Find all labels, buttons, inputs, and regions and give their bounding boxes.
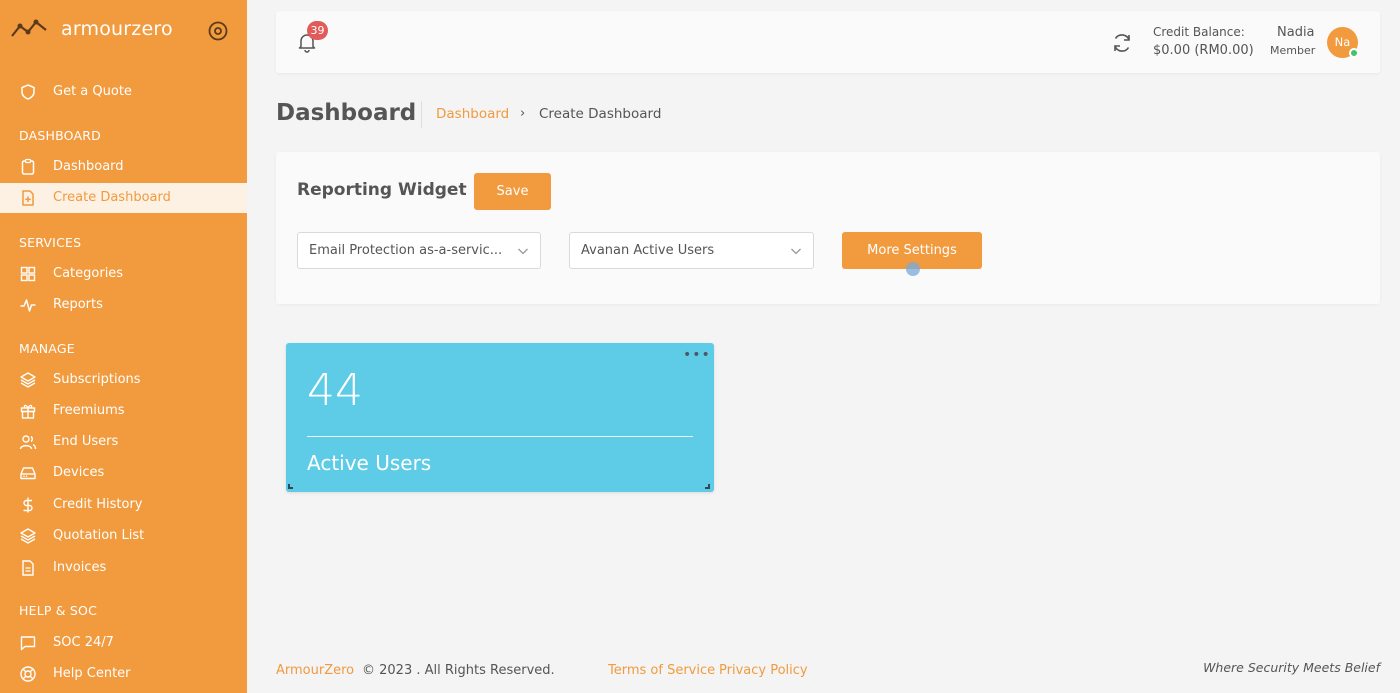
footer-copyright: © 2023 . All Rights Reserved. (362, 663, 555, 678)
sidebar-item-create-dashboard[interactable]: Create Dashboard (0, 183, 247, 213)
activity-icon (20, 299, 36, 312)
sidebar-item-label: Reports (53, 297, 103, 312)
sidebar-item-reports[interactable]: Reports (0, 290, 247, 320)
top-header: 39 Credit Balance: $0.00 (RM0.00) Nadia … (276, 11, 1380, 73)
layers-icon (20, 528, 36, 544)
sidebar-item-label: Subscriptions (53, 372, 141, 387)
metric-select-value: Avanan Active Users (581, 243, 715, 258)
grid-icon (20, 266, 36, 282)
footer-tagline: Where Security Meets Belief (1203, 660, 1380, 675)
dollar-icon (23, 497, 33, 513)
terms-link[interactable]: Terms of Service (608, 663, 715, 678)
sidebar-item-label: Categories (53, 266, 124, 281)
service-select-value: Email Protection as-a-servic... (309, 243, 503, 258)
sidebar-item-label: Freemiums (53, 403, 125, 418)
life-buoy-icon (20, 666, 36, 682)
sidebar-item-get-quote[interactable]: Get a Quote (0, 77, 247, 107)
sidebar-item-help-center[interactable]: Help Center (0, 659, 247, 689)
active-users-widget[interactable]: ••• 44 Active Users (286, 343, 714, 492)
privacy-link[interactable]: Privacy Policy (719, 663, 808, 678)
layers-icon (20, 372, 36, 388)
file-plus-icon (22, 190, 34, 206)
users-icon (19, 435, 37, 450)
sidebar-item-label: Dashboard (53, 159, 124, 174)
user-name[interactable]: Nadia (1277, 25, 1315, 40)
clipboard-icon (21, 158, 35, 175)
breadcrumb-current: Create Dashboard (539, 106, 662, 122)
chevron-down-icon (518, 248, 528, 255)
widget-divider (307, 436, 693, 437)
breadcrumb-separator: › (520, 106, 526, 121)
sidebar-item-label: Invoices (53, 560, 107, 575)
sidebar-item-soc[interactable]: SOC 24/7 (0, 628, 247, 658)
sidebar-item-freemiums[interactable]: Freemiums (0, 396, 247, 426)
footer-brand-link[interactable]: ArmourZero (276, 663, 354, 678)
title-divider (421, 101, 422, 128)
credit-balance-label: Credit Balance: (1153, 25, 1245, 39)
sidebar-item-categories[interactable]: Categories (0, 259, 247, 289)
logo-icon (11, 19, 47, 37)
credit-balance-value: $0.00 (RM0.00) (1153, 43, 1254, 58)
sidebar-item-label: SOC 24/7 (53, 635, 114, 650)
brand[interactable]: armourzero (10, 14, 230, 46)
page-title: Dashboard (276, 100, 417, 126)
sidebar-item-label: Quotation List (53, 528, 145, 543)
notification-badge: 39 (307, 21, 328, 40)
cursor-indicator (906, 262, 920, 276)
section-help-soc: HELP & SOC (19, 603, 97, 618)
section-manage: MANAGE (19, 341, 75, 356)
widget-value: 44 (307, 365, 363, 416)
sidebar-item-invoices[interactable]: Invoices (0, 553, 247, 583)
save-button[interactable]: Save (474, 173, 551, 210)
resize-handle-left[interactable] (288, 484, 293, 489)
sidebar-item-label: Devices (53, 465, 105, 480)
section-dashboard: DASHBOARD (19, 128, 101, 143)
metric-select[interactable]: Avanan Active Users (569, 232, 814, 269)
sidebar-item-dashboard[interactable]: Dashboard (0, 152, 247, 182)
sidebar-item-quotation-list[interactable]: Quotation List (0, 521, 247, 551)
online-status-dot (1349, 48, 1359, 58)
sidebar-item-label: Help Center (53, 666, 131, 681)
gift-icon (20, 404, 36, 419)
sidebar-item-devices[interactable]: Devices (0, 458, 247, 488)
sidebar-item-label: Credit History (53, 497, 143, 512)
breadcrumb-dashboard-link[interactable]: Dashboard (436, 106, 509, 122)
chevron-down-icon (791, 248, 801, 255)
service-select[interactable]: Email Protection as-a-servic... (297, 232, 541, 269)
sidebar-item-credit-history[interactable]: Credit History (0, 490, 247, 520)
sidebar: armourzero Get a Quote DASHBOARD Dashboa… (0, 0, 247, 693)
sidebar-item-label: Create Dashboard (53, 190, 171, 205)
shield-icon (21, 84, 35, 100)
file-text-icon (22, 560, 34, 576)
refresh-icon[interactable] (1110, 31, 1134, 55)
widget-menu-icon[interactable]: ••• (683, 347, 711, 363)
settings-icon[interactable] (207, 20, 229, 42)
widget-label: Active Users (307, 451, 432, 475)
section-services: SERVICES (19, 235, 82, 250)
sidebar-item-end-users[interactable]: End Users (0, 427, 247, 457)
reporting-widget-panel: Reporting Widget Save Email Protection a… (276, 152, 1380, 304)
user-role: Member (1270, 44, 1316, 57)
brand-name: armourzero (61, 18, 173, 40)
sidebar-item-label: Get a Quote (53, 84, 132, 99)
hard-drive-icon (20, 467, 36, 480)
resize-handle-right[interactable] (705, 484, 710, 489)
panel-title: Reporting Widget (297, 180, 467, 200)
sidebar-item-label: End Users (53, 434, 119, 449)
sidebar-item-subscriptions[interactable]: Subscriptions (0, 365, 247, 395)
message-square-icon (20, 636, 36, 651)
